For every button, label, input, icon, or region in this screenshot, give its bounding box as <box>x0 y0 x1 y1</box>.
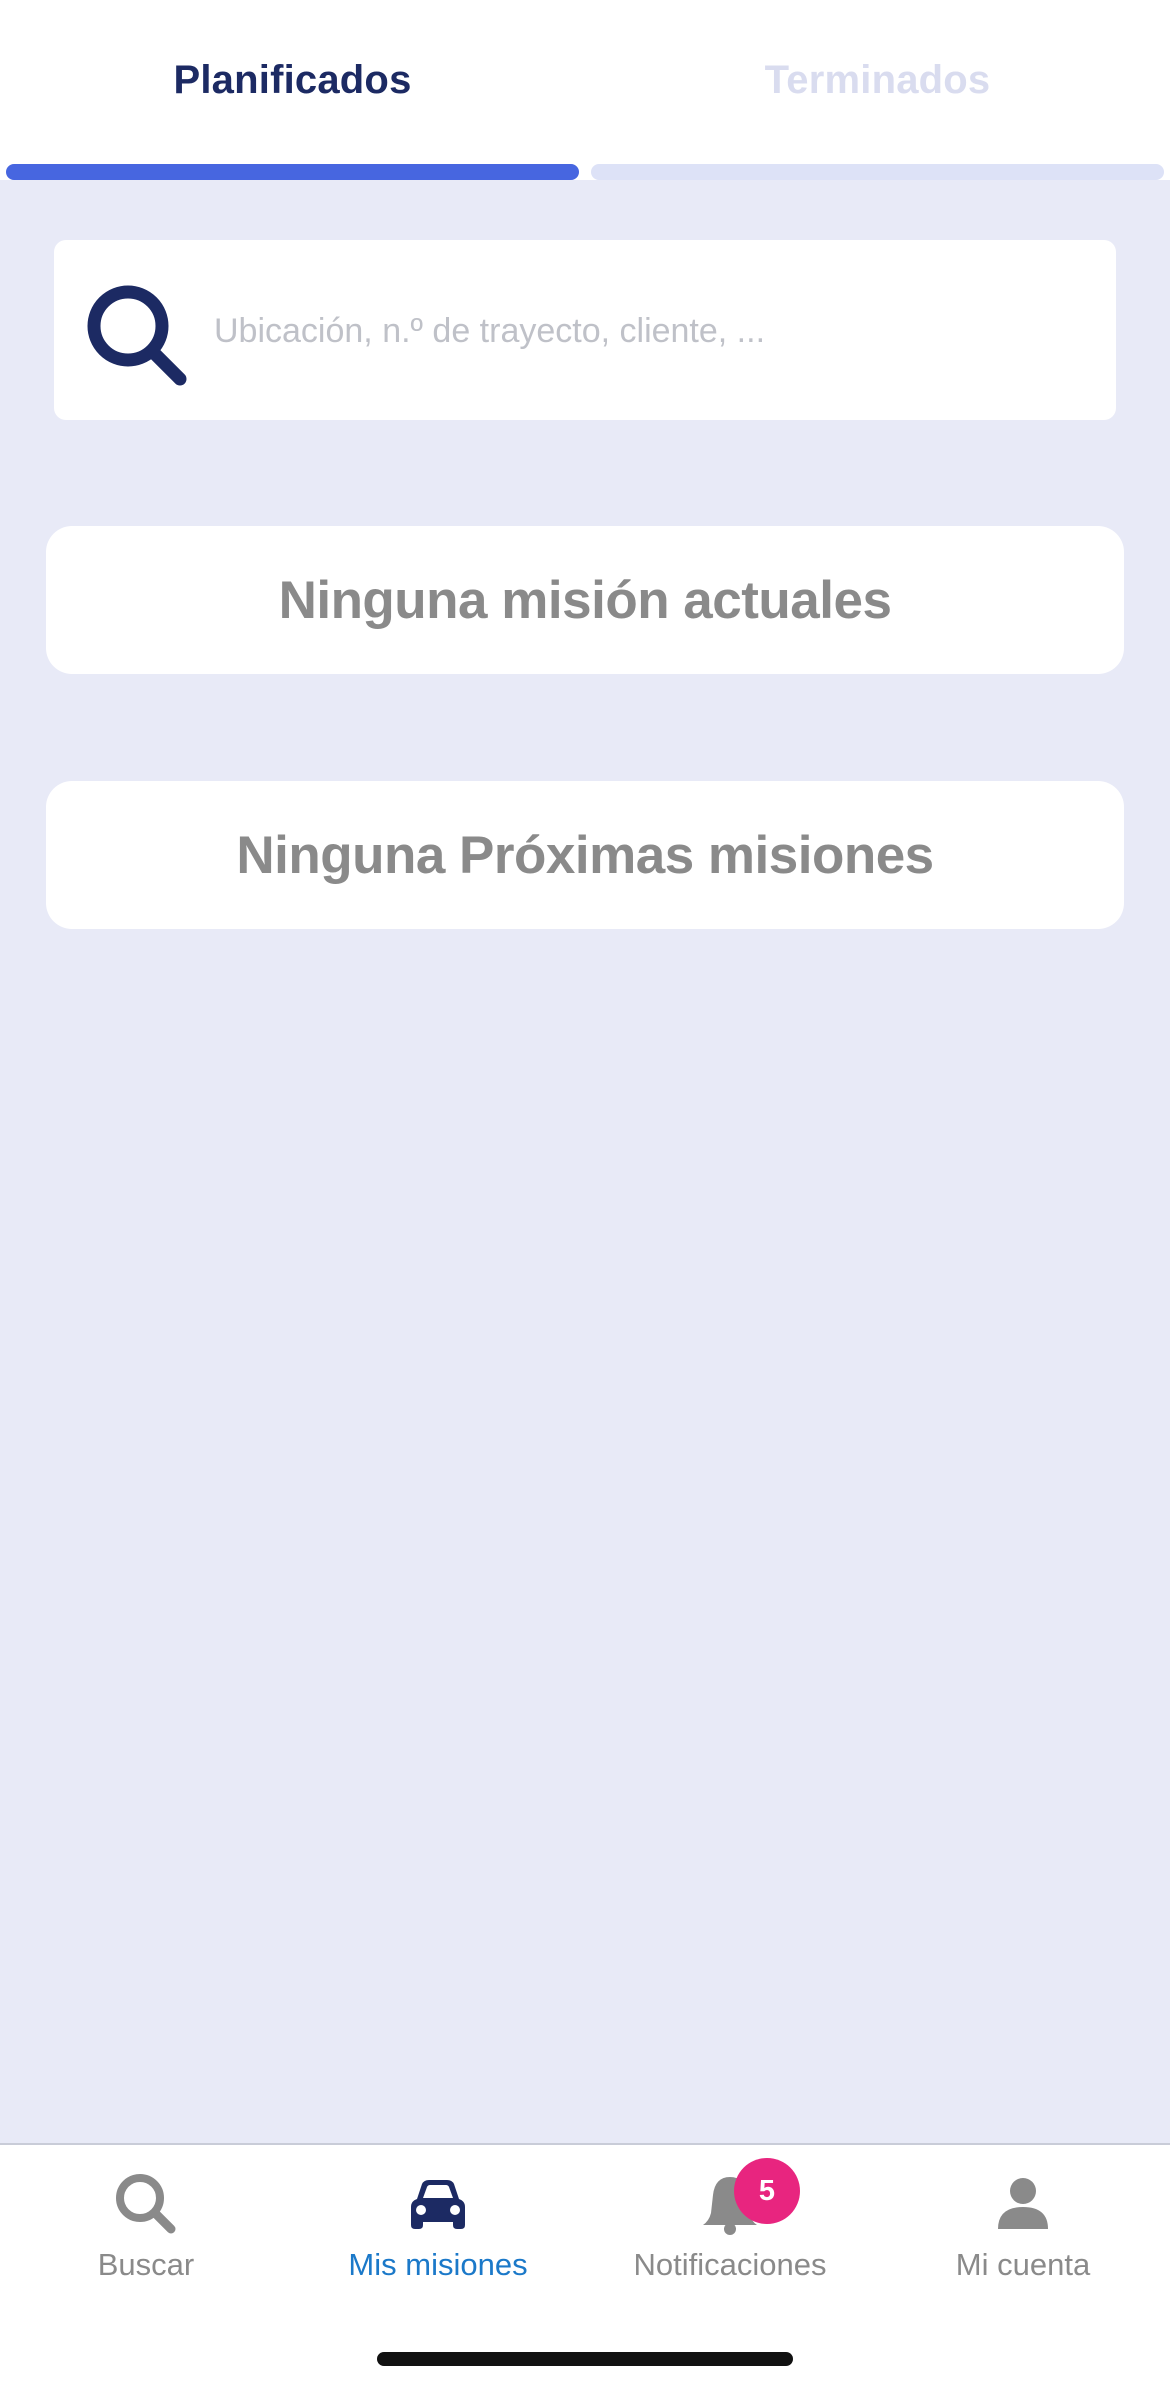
nav-label-mis-misiones: Mis misiones <box>348 2247 528 2282</box>
tab-planificados-indicator <box>6 164 579 180</box>
notification-badge: 5 <box>734 2158 800 2224</box>
nav-label-buscar: Buscar <box>97 2247 195 2282</box>
tab-bar: Planificados Terminados <box>0 0 1170 180</box>
home-indicator[interactable] <box>377 2352 793 2366</box>
current-missions-empty-text: Ninguna misión actuales <box>278 570 892 630</box>
nav-item-notificaciones[interactable]: 5 Notificaciones <box>584 2145 876 2345</box>
search-input[interactable] <box>212 290 1076 372</box>
upcoming-missions-card: Ninguna Próximas misiones <box>46 781 1124 929</box>
car-icon <box>411 2180 465 2229</box>
search-icon <box>116 2174 176 2234</box>
tab-terminados[interactable]: Terminados <box>585 0 1170 180</box>
current-missions-card: Ninguna misión actuales <box>46 526 1124 674</box>
person-icon <box>998 2178 1048 2229</box>
nav-item-mis-misiones[interactable]: Mis misiones <box>292 2145 584 2345</box>
nav-label-notificaciones: Notificaciones <box>633 2247 827 2282</box>
tab-planificados-label: Planificados <box>173 58 412 102</box>
tab-terminados-indicator <box>591 164 1164 180</box>
nav-item-buscar[interactable]: Buscar <box>0 2145 292 2345</box>
search-icon <box>87 285 187 386</box>
tab-planificados[interactable]: Planificados <box>0 0 585 180</box>
search-box[interactable] <box>54 240 1116 420</box>
nav-label-mi-cuenta: Mi cuenta <box>955 2247 1091 2282</box>
tab-terminados-label: Terminados <box>764 58 991 102</box>
nav-item-mi-cuenta[interactable]: Mi cuenta <box>877 2145 1169 2345</box>
upcoming-missions-empty-text: Ninguna Próximas misiones <box>236 825 934 885</box>
